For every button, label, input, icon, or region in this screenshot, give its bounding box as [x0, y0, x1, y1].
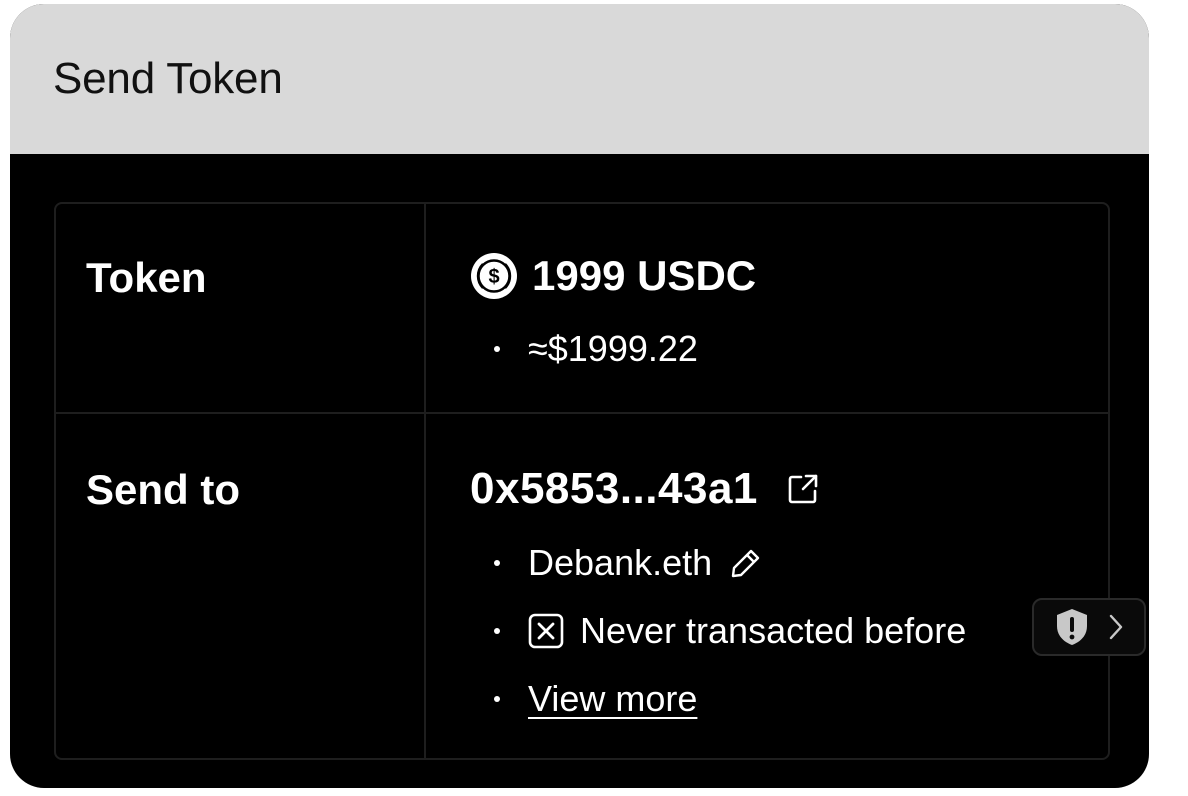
- send-to-value-cell: 0x5853...43a1 Debank.eth Never transacte…: [426, 414, 1108, 758]
- shield-alert-icon: [1057, 609, 1087, 645]
- bullet: [494, 696, 500, 702]
- usd-value-line: ≈$1999.22: [494, 328, 698, 370]
- history-line: Never transacted before: [494, 610, 966, 652]
- history-note: Never transacted before: [580, 610, 967, 651]
- recipient-address[interactable]: 0x5853...43a1: [470, 464, 758, 514]
- security-check-button[interactable]: [1032, 598, 1146, 656]
- bullet: [494, 560, 500, 566]
- chevron-right-icon: [1109, 614, 1123, 640]
- pencil-edit-icon[interactable]: [730, 547, 762, 579]
- token-value-cell: $ 1999 USDC ≈$1999.22: [426, 204, 1108, 412]
- view-more-line: View more: [494, 678, 697, 720]
- send-to-row: Send to 0x5853...43a1 Debank.eth Never t…: [56, 414, 1108, 758]
- svg-text:$: $: [488, 266, 499, 288]
- card-header: Send Token: [10, 4, 1149, 154]
- recipient-alias: Debank.eth: [528, 542, 713, 583]
- address-line: 0x5853...43a1: [470, 464, 820, 514]
- token-amount: 1999 USDC: [532, 252, 757, 299]
- bullet: [494, 628, 500, 634]
- x-box-icon: [528, 613, 564, 649]
- send-token-card: Send Token Token $ 1999 USDC ≈$1999.22 S…: [10, 4, 1149, 788]
- token-amount-line: $ 1999 USDC: [470, 252, 756, 300]
- token-row: Token $ 1999 USDC ≈$1999.22: [56, 204, 1108, 414]
- send-to-label: Send to: [56, 414, 426, 758]
- alias-line: Debank.eth: [494, 542, 762, 584]
- page-title: Send Token: [53, 54, 283, 103]
- usdc-coin-icon: $: [471, 253, 517, 299]
- external-link-icon[interactable]: [786, 472, 820, 506]
- details-table: Token $ 1999 USDC ≈$1999.22 Send to 0x58…: [54, 202, 1110, 760]
- usd-value: ≈$1999.22: [528, 328, 698, 369]
- token-label: Token: [56, 204, 426, 412]
- view-more-link[interactable]: View more: [528, 678, 697, 720]
- bullet: [494, 346, 500, 352]
